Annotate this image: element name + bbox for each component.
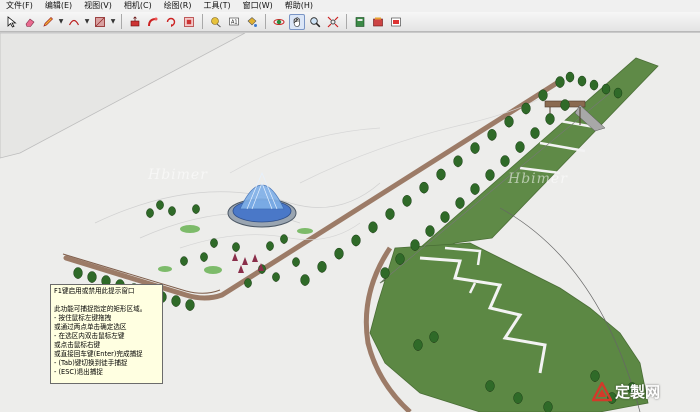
tooltip-line: - 在选区内双击鼠标左键 — [54, 332, 125, 340]
text-tool-icon[interactable]: A1 — [226, 14, 242, 30]
tree — [589, 79, 599, 91]
capture-hint-tooltip: F1键启用或禁用此提示窗口 此功能可捕捉指定的矩形区域。 - 按住鼠标左键拖拽 … — [50, 284, 163, 384]
offset-tool-icon[interactable] — [181, 14, 197, 30]
tree — [543, 401, 553, 412]
tree — [210, 238, 218, 248]
paint-bucket-tool-icon[interactable] — [244, 14, 260, 30]
main-toolbar: ▼ ▼ ▼ A1 — [0, 12, 700, 32]
watermark-text: Hbimer — [148, 167, 208, 183]
pencil-tool-icon[interactable] — [40, 14, 56, 30]
pencil-dropdown-icon[interactable]: ▼ — [58, 18, 64, 25]
push-pull-tool-icon[interactable] — [127, 14, 143, 30]
select-tool-icon[interactable] — [4, 14, 20, 30]
tree — [192, 204, 200, 214]
rectangle-dropdown-icon[interactable]: ▼ — [110, 18, 116, 25]
tree — [156, 200, 164, 210]
logo-icon — [592, 381, 612, 401]
tree — [577, 75, 587, 87]
tree — [601, 83, 611, 95]
tree — [168, 206, 176, 216]
menu-camera[interactable]: 相机(C) — [118, 0, 158, 12]
toolbar-separator — [202, 14, 203, 29]
tooltip-line: 或直接回车键(Enter)完成捕捉 — [54, 350, 143, 358]
tooltip-line — [54, 296, 159, 305]
menu-help[interactable]: 帮助(H) — [279, 0, 319, 12]
pan-tool-icon[interactable] — [289, 13, 305, 30]
tooltip-line: 或点击鼠标右键 — [54, 341, 101, 349]
follow-me-tool-icon[interactable] — [145, 14, 161, 30]
tree — [232, 242, 240, 252]
tree — [146, 208, 154, 218]
tree — [565, 71, 575, 83]
toolbar-separator — [121, 14, 122, 29]
menu-window[interactable]: 窗口(W) — [237, 0, 279, 12]
menu-edit[interactable]: 编辑(E) — [39, 0, 78, 12]
rectangle-tool-icon[interactable] — [92, 14, 108, 30]
materials-tool-icon[interactable] — [370, 14, 386, 30]
tree — [280, 234, 288, 244]
arc-dropdown-icon[interactable]: ▼ — [84, 18, 90, 25]
svg-text:A1: A1 — [231, 19, 238, 25]
tree — [180, 256, 188, 266]
watermark-text: Hbimer — [508, 171, 568, 187]
menu-view[interactable]: 视图(V) — [78, 0, 118, 12]
menu-file[interactable]: 文件(F) — [0, 0, 39, 12]
rotate-tool-icon[interactable] — [163, 14, 179, 30]
brand-name: 定製网 — [615, 383, 661, 401]
tooltip-line: - (Tab)键切换到徒手捕捉 — [54, 359, 128, 367]
menu-tools[interactable]: 工具(T) — [198, 0, 237, 12]
zoom-tool-icon[interactable] — [307, 14, 323, 30]
tape-measure-tool-icon[interactable] — [208, 14, 224, 30]
menu-draw[interactable]: 绘图(R) — [158, 0, 198, 12]
arc-tool-icon[interactable] — [66, 14, 82, 30]
tree — [272, 272, 280, 282]
tree — [200, 252, 208, 262]
tooltip-line: 或通过两点单击确定选区 — [54, 323, 127, 331]
components-tool-icon[interactable] — [352, 14, 368, 30]
site-logo: 定製网 — [592, 381, 660, 402]
tooltip-line: 此功能可捕捉指定的矩形区域。 — [54, 305, 147, 313]
styles-tool-icon[interactable] — [388, 14, 404, 30]
tooltip-line: - (ESC)退出捕捉 — [54, 368, 103, 376]
toolbar-separator — [265, 14, 266, 29]
eraser-tool-icon[interactable] — [22, 14, 38, 30]
tree — [292, 257, 300, 267]
orbit-tool-icon[interactable] — [271, 14, 287, 30]
tooltip-line: F1键启用或禁用此提示窗口 — [54, 287, 135, 295]
toolbar-separator — [346, 14, 347, 29]
tree — [613, 87, 623, 99]
tree — [244, 278, 252, 288]
zoom-extents-tool-icon[interactable] — [325, 14, 341, 30]
tooltip-line: - 按住鼠标左键拖拽 — [54, 314, 112, 322]
tree — [266, 241, 274, 251]
